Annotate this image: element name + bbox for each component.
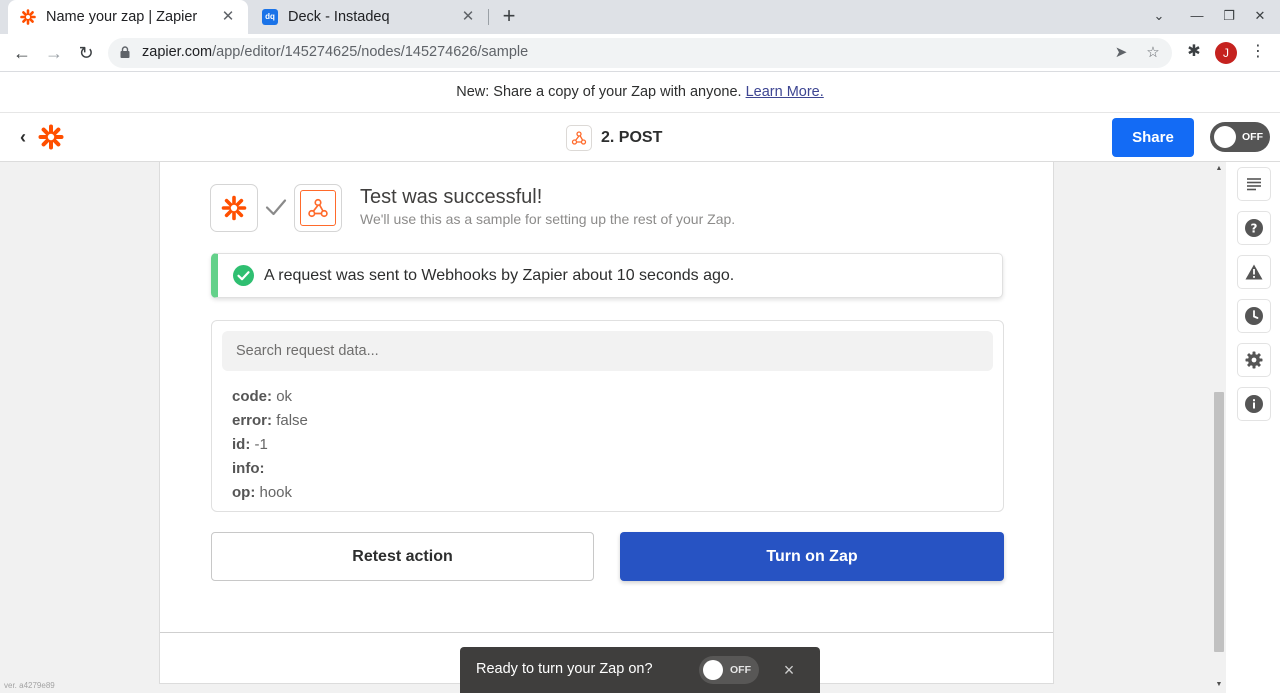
test-success-subtitle: We'll use this as a sample for setting u…: [360, 211, 736, 227]
version-label: ver. a4279e89: [4, 681, 55, 690]
data-field-error[interactable]: error: false: [232, 409, 308, 433]
tab-search-icon[interactable]: ⌄: [1149, 6, 1169, 26]
info-icon[interactable]: [1237, 387, 1271, 421]
history-icon[interactable]: [1237, 299, 1271, 333]
alert-message: A request was sent to Webhooks by Zapier…: [264, 267, 735, 284]
search-request-data-input[interactable]: [222, 331, 993, 371]
request-data-panel: code: ok error: false id: -1 info: op: h…: [211, 320, 1004, 512]
bookmark-star-icon[interactable]: ☆: [1144, 44, 1162, 62]
data-field-info[interactable]: info:: [232, 457, 308, 481]
minimize-icon[interactable]: —: [1187, 6, 1207, 26]
toast-message: Ready to turn your Zap on?: [476, 661, 653, 677]
send-icon[interactable]: ➤: [1112, 44, 1130, 62]
close-tab-icon[interactable]: ✕: [460, 9, 476, 25]
webhook-icon: [566, 125, 592, 151]
scroll-up-arrow-icon[interactable]: ▲: [1214, 165, 1224, 172]
restore-icon[interactable]: ❐: [1219, 6, 1239, 26]
toggle-label: OFF: [1242, 131, 1263, 143]
browser-menu-icon[interactable]: ⋮: [1248, 42, 1268, 62]
editor-canvas: Test was successful! We'll use this as a…: [0, 162, 1214, 693]
retest-action-button[interactable]: Retest action: [211, 532, 594, 581]
address-bar[interactable]: zapier.com/app/editor/145274625/nodes/14…: [108, 38, 1172, 68]
toggle-label: OFF: [730, 664, 751, 676]
success-alert: A request was sent to Webhooks by Zapier…: [211, 253, 1003, 298]
zapier-asterisk-icon: [20, 9, 36, 25]
chevron-left-icon[interactable]: ‹: [20, 127, 34, 147]
test-success-title: Test was successful!: [360, 186, 543, 208]
back-arrow-icon[interactable]: ←: [11, 42, 33, 64]
data-field-code[interactable]: code: ok: [232, 385, 308, 409]
data-field-id[interactable]: id: -1: [232, 433, 308, 457]
svg-text:?: ?: [1251, 222, 1258, 236]
tab-divider: [488, 9, 489, 25]
close-toast-icon[interactable]: ×: [780, 659, 798, 681]
browser-tab-zapier[interactable]: Name your zap | Zapier ✕: [8, 0, 248, 34]
toggle-knob: [703, 660, 723, 680]
zapier-logo-icon[interactable]: [38, 124, 64, 150]
tab-title: Name your zap | Zapier: [46, 9, 198, 25]
warning-icon[interactable]: [1237, 255, 1271, 289]
tab-title: Deck - Instadeq: [288, 9, 390, 25]
card-divider: [160, 632, 1053, 633]
request-data-fields: code: ok error: false id: -1 info: op: h…: [232, 385, 308, 505]
test-result-card: Test was successful! We'll use this as a…: [159, 162, 1054, 684]
announcement-bar: New: Share a copy of your Zap with anyon…: [0, 72, 1280, 113]
turn-on-zap-toast: Ready to turn your Zap on? OFF ×: [460, 647, 820, 693]
zap-on-off-toggle[interactable]: OFF: [1210, 122, 1270, 152]
check-icon: [265, 199, 287, 216]
data-field-op[interactable]: op: hook: [232, 481, 308, 505]
close-window-icon[interactable]: ✕: [1250, 6, 1270, 26]
instadeq-icon: dq: [262, 9, 278, 25]
step-title-text: 2. POST: [601, 129, 663, 146]
toggle-knob: [1214, 126, 1236, 148]
step-title[interactable]: 2. POST: [566, 125, 662, 151]
turn-on-zap-button[interactable]: Turn on Zap: [620, 532, 1004, 581]
reload-icon[interactable]: ↻: [75, 42, 97, 64]
share-button[interactable]: Share: [1112, 118, 1194, 157]
browser-tab-strip: Name your zap | Zapier ✕ dq Deck - Insta…: [0, 0, 1280, 34]
new-tab-icon[interactable]: +: [498, 5, 520, 29]
extensions-puzzle-icon[interactable]: ✱: [1184, 42, 1204, 62]
browser-tab-instadeq[interactable]: dq Deck - Instadeq ✕: [250, 0, 488, 34]
zapier-app-icon: [210, 184, 258, 232]
scroll-down-arrow-icon[interactable]: ▼: [1214, 681, 1224, 688]
toast-on-off-toggle[interactable]: OFF: [699, 656, 759, 684]
learn-more-link[interactable]: Learn More.: [746, 84, 824, 100]
close-tab-icon[interactable]: ✕: [220, 9, 236, 25]
scrollbar-thumb[interactable]: [1214, 392, 1224, 652]
browser-toolbar: ← → ↻ zapier.com/app/editor/145274625/no…: [0, 34, 1280, 72]
help-icon[interactable]: ?: [1237, 211, 1271, 245]
settings-icon[interactable]: [1237, 343, 1271, 377]
profile-avatar[interactable]: J: [1215, 42, 1237, 64]
lock-icon: [120, 46, 130, 58]
zap-editor-header: ‹ 2. POST Share OFF: [0, 113, 1280, 162]
announcement-text: New: Share a copy of your Zap with anyon…: [456, 84, 742, 100]
forward-arrow-icon[interactable]: →: [43, 42, 65, 64]
url-text: zapier.com/app/editor/145274625/nodes/14…: [142, 44, 529, 60]
success-check-circle-icon: [233, 265, 254, 286]
details-icon[interactable]: [1237, 167, 1271, 201]
webhooks-app-icon: [294, 184, 342, 232]
